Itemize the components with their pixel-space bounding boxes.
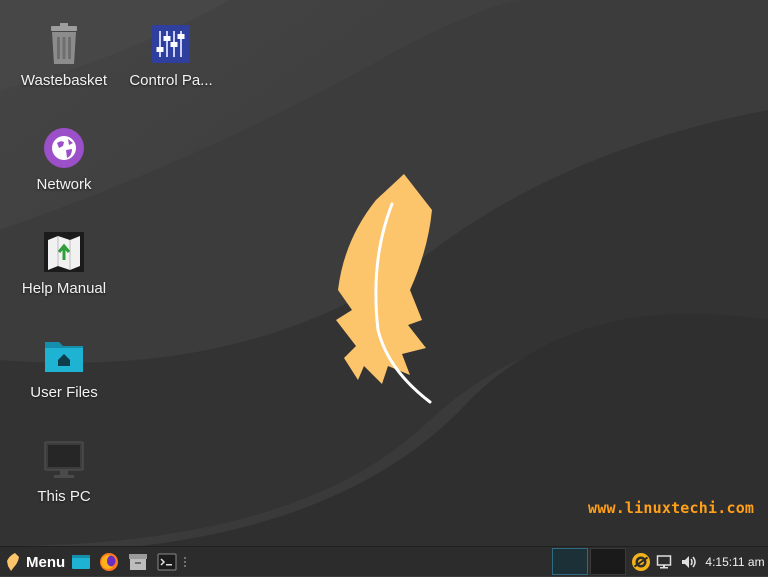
desktop-icon-network[interactable]: Network <box>9 126 119 193</box>
workspace-2[interactable] <box>590 548 626 575</box>
update-notifier-icon <box>632 553 650 571</box>
update-notifier[interactable] <box>630 547 652 577</box>
feather-menu-icon <box>7 553 19 571</box>
firefox-icon <box>100 553 118 571</box>
feather-logo <box>336 174 432 404</box>
desktop[interactable]: Wastebasket Control Pa... Network Help M… <box>0 0 768 546</box>
desktop-icon-help-manual[interactable]: Help Manual <box>9 230 119 297</box>
drag-handle-icon <box>184 557 186 567</box>
clock[interactable]: 4:15:11 am <box>704 547 766 577</box>
desktop-icon-label: Help Manual <box>21 280 107 297</box>
file-manager-icon <box>72 555 90 569</box>
control-panel-icon <box>152 25 190 63</box>
workspace-1[interactable] <box>552 548 588 575</box>
desktop-icon-label: Network <box>36 176 92 193</box>
desktop-icon-label: This PC <box>37 488 91 505</box>
launcher-drag-handle[interactable] <box>181 547 189 577</box>
network-tray[interactable] <box>654 547 674 577</box>
desktop-icon-user-files[interactable]: User Files <box>9 334 119 401</box>
monitor-icon <box>44 441 84 478</box>
desktop-icon-wastebasket[interactable]: Wastebasket <box>9 22 119 89</box>
clock-label: 4:15:11 am <box>705 555 765 569</box>
menu-button[interactable]: Menu <box>2 547 68 577</box>
volume-tray[interactable] <box>679 547 699 577</box>
network-globe-icon <box>44 128 84 168</box>
menu-label: Menu <box>26 553 66 571</box>
desktop-icon-label: User Files <box>30 384 98 401</box>
display-network-icon <box>656 555 672 569</box>
watermark: www.linuxtechi.com <box>588 499 755 517</box>
terminal-icon <box>157 553 177 571</box>
help-map-icon <box>44 232 84 272</box>
desktop-icon-this-pc[interactable]: This PC <box>9 438 119 505</box>
home-folder-icon <box>45 342 83 372</box>
archive-icon <box>129 554 147 570</box>
launcher-firefox[interactable] <box>98 547 120 577</box>
launcher-file-manager[interactable] <box>70 547 92 577</box>
desktop-icon-label: Wastebasket <box>20 72 108 89</box>
launcher-archive[interactable] <box>127 547 149 577</box>
taskbar: Menu 4:15:11 am <box>0 546 768 576</box>
desktop-icon-label: Control Pa... <box>129 72 213 89</box>
trash-icon <box>51 23 77 64</box>
desktop-icon-control-panel[interactable]: Control Pa... <box>116 22 226 89</box>
launcher-terminal[interactable] <box>156 547 178 577</box>
volume-icon <box>682 556 696 568</box>
